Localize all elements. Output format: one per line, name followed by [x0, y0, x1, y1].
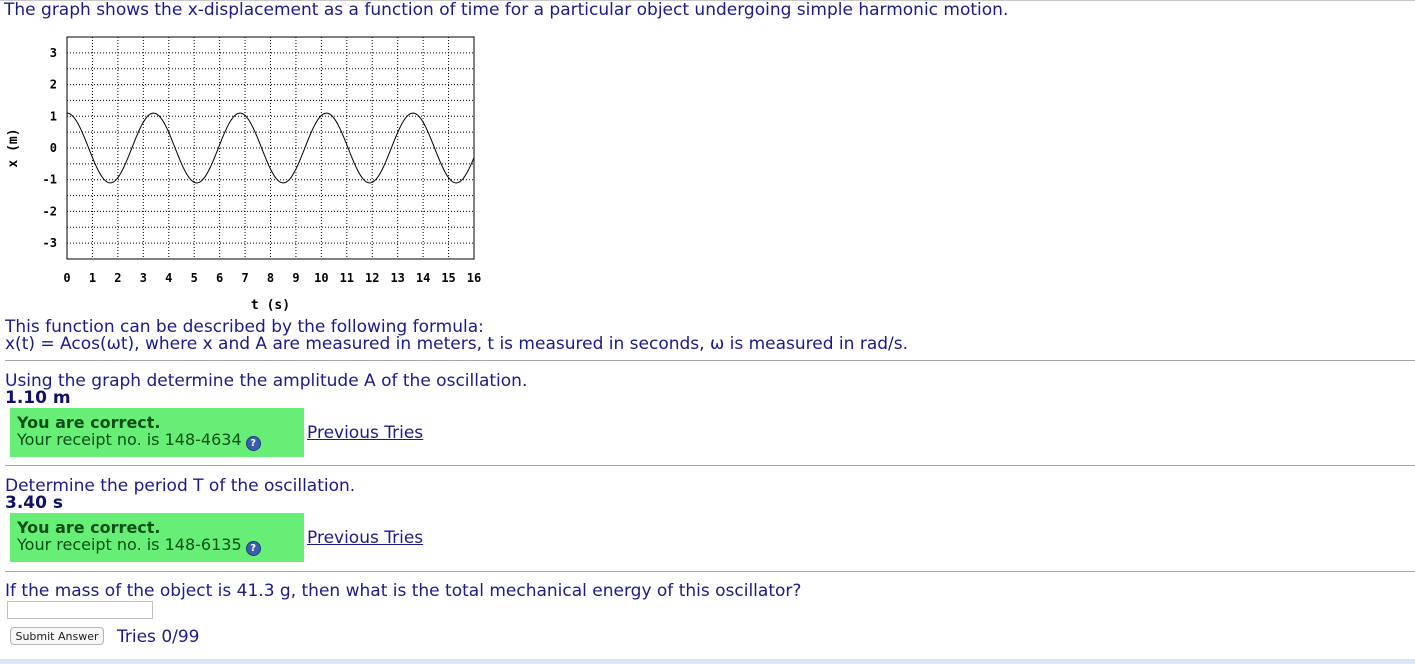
y-tick-label: 1	[50, 109, 57, 123]
question-prompt: Using the graph determine the amplitude …	[5, 371, 528, 391]
receipt-text: Your receipt no. is 148-4634?	[17, 430, 261, 451]
correct-feedback-box: You are correct. Your receipt no. is 148…	[10, 408, 304, 457]
x-tick-label: 13	[390, 271, 404, 285]
y-tick-label: 3	[50, 46, 57, 60]
previous-tries-link[interactable]: Previous Tries	[307, 528, 423, 548]
formula-text: x(t) = Acos(ωt), where x and A are measu…	[5, 334, 909, 354]
divider	[5, 360, 1415, 361]
receipt-number: Your receipt no. is 148-6135	[17, 535, 242, 554]
chart-grid	[66, 36, 475, 260]
x-tick-label: 4	[165, 271, 172, 285]
correct-feedback-box: You are correct. Your receipt no. is 148…	[10, 513, 304, 562]
previous-tries-link[interactable]: Previous Tries	[307, 423, 423, 443]
x-tick-label: 12	[365, 271, 379, 285]
question-prompt: If the mass of the object is 41.3 g, the…	[5, 581, 802, 601]
y-tick-label: -1	[43, 173, 57, 187]
question-mark-icon[interactable]: ?	[245, 436, 261, 451]
y-tick-label: 2	[50, 78, 57, 92]
x-tick-label: 6	[216, 271, 223, 285]
x-tick-label: 0	[63, 271, 70, 285]
submitted-answer: 3.40 s	[5, 493, 63, 513]
y-axis-label: x (m)	[6, 128, 21, 167]
x-tick-label: 5	[191, 271, 198, 285]
bottom-bar	[0, 659, 1415, 664]
x-tick-label: 1	[89, 271, 96, 285]
question-mark-icon[interactable]: ?	[245, 541, 261, 556]
receipt-number: Your receipt no. is 148-4634	[17, 430, 242, 449]
x-tick-label: 7	[241, 271, 248, 285]
submit-answer-button[interactable]: Submit Answer	[10, 627, 104, 645]
x-axis-label: t (s)	[251, 298, 290, 313]
displacement-chart: 0 1 2 3 4 5 6 7 8 9 10 11 12 13 14 15 16 3210-1-2-3 t (s…	[6, 36, 481, 313]
receipt-text: Your receipt no. is 148-6135?	[17, 535, 261, 556]
x-tick-label: 14	[416, 271, 430, 285]
divider	[5, 465, 1415, 466]
x-tick-label: 11	[340, 271, 354, 285]
y-tick-label: -2	[43, 204, 57, 218]
y-tick-label: -3	[43, 236, 57, 250]
problem-intro: The graph shows the x-displacement as a …	[4, 0, 1009, 20]
x-tick-label: 9	[292, 271, 299, 285]
x-tick-label: 2	[114, 271, 121, 285]
answer-input[interactable]	[7, 601, 153, 619]
x-tick-label: 15	[441, 271, 455, 285]
x-tick-label: 10	[314, 271, 328, 285]
x-tick-label: 3	[140, 271, 147, 285]
tries-counter: Tries 0/99	[117, 627, 200, 647]
x-tick-label: 8	[267, 271, 274, 285]
y-tick-label: 0	[50, 141, 57, 155]
submitted-answer: 1.10 m	[5, 388, 71, 408]
divider	[5, 571, 1415, 572]
x-tick-label: 16	[467, 271, 481, 285]
